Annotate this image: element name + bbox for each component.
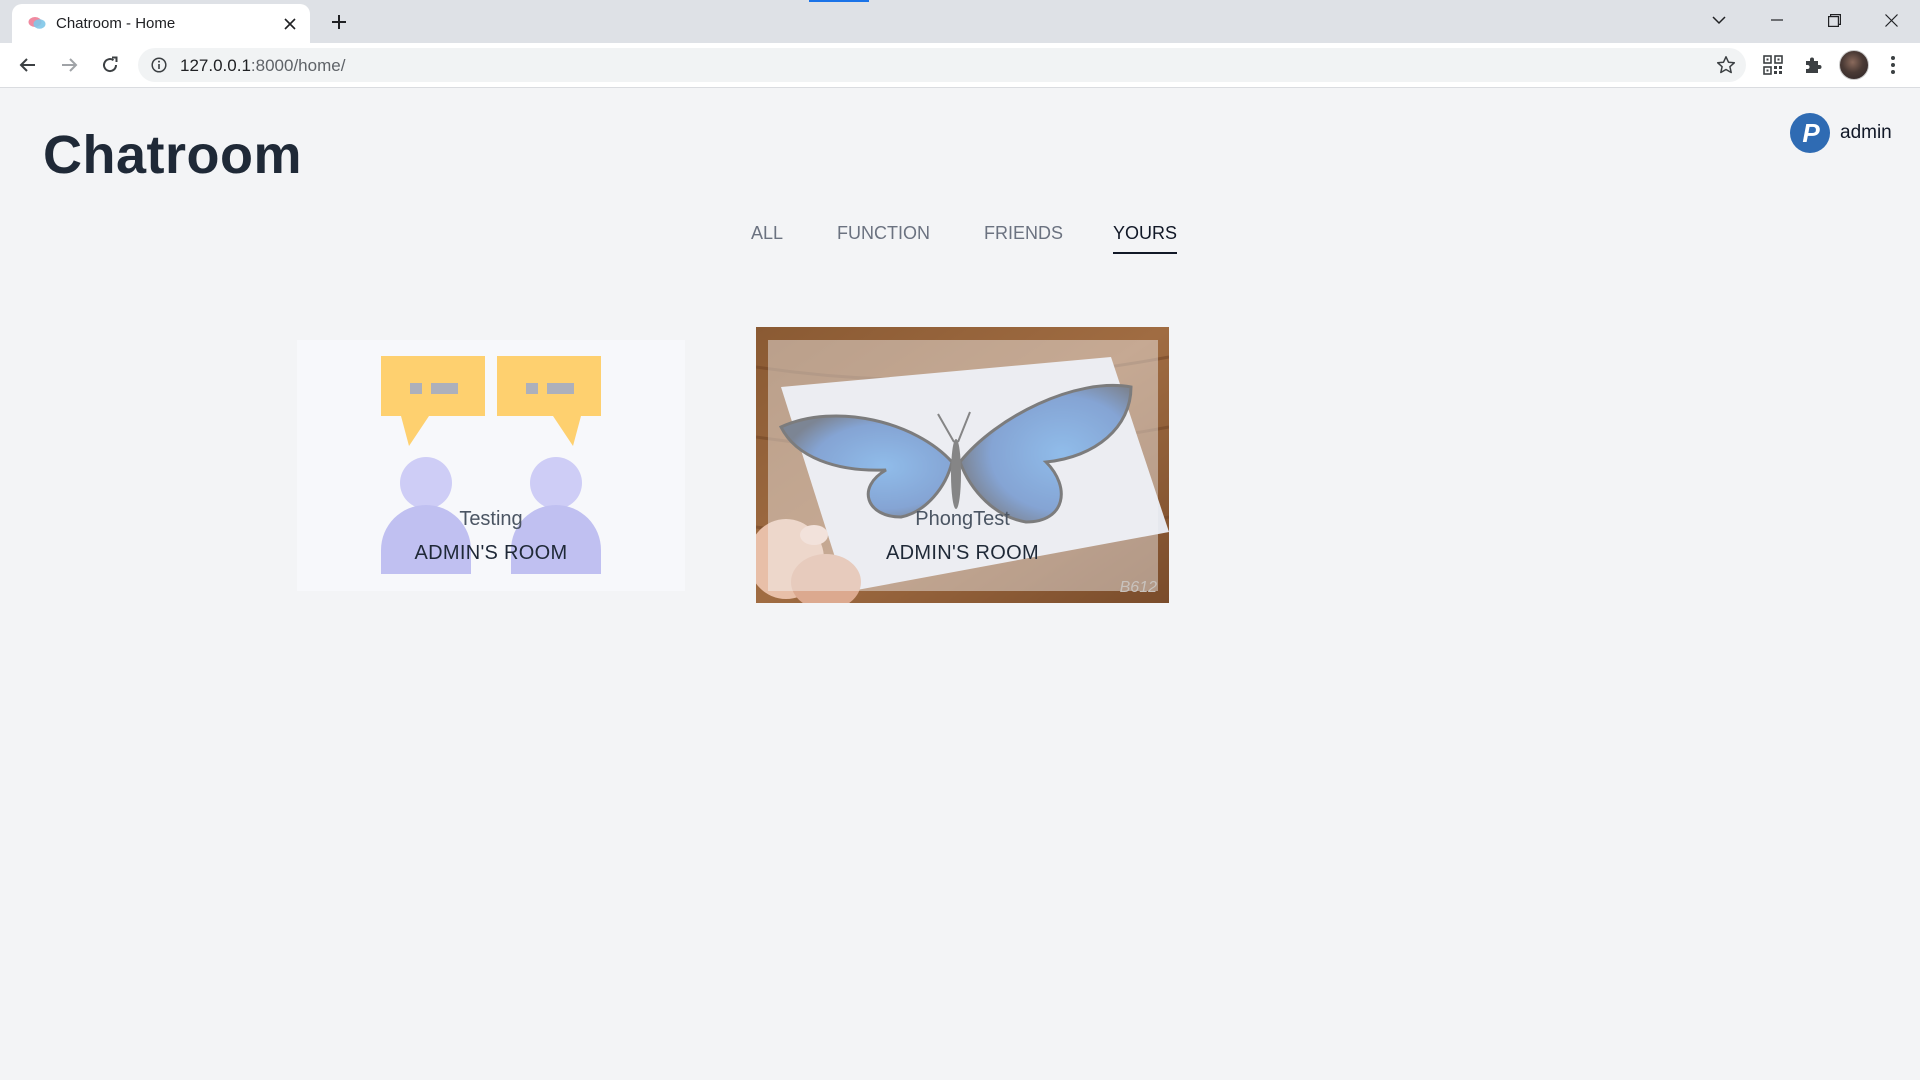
url-text[interactable]: 127.0.0.1:8000/home/ [180, 56, 345, 76]
page-content: Chatroom P admin ALL FUNCTION FRIENDS YO… [2, 89, 1920, 1080]
user-menu[interactable]: P admin [1790, 113, 1892, 153]
more-vertical-icon [1891, 56, 1895, 74]
tab-title: Chatroom - Home [56, 15, 176, 32]
chevron-down-icon [1712, 16, 1726, 25]
close-icon [1884, 13, 1898, 27]
url-host: 127.0.0.1 [180, 56, 251, 75]
tab-friends[interactable]: FRIENDS [984, 223, 1063, 252]
tab-yours[interactable]: YOURS [1113, 223, 1178, 254]
tab-search-button[interactable] [1696, 4, 1742, 36]
tab-all[interactable]: ALL [751, 223, 783, 252]
svg-text:P: P [1802, 118, 1820, 148]
photo-watermark: B612 [1119, 579, 1157, 596]
browser-tabstrip: Chatroom - Home [0, 0, 1920, 43]
qr-code-button[interactable] [1760, 52, 1786, 78]
browser-profile-avatar[interactable] [1839, 50, 1869, 80]
back-button[interactable] [14, 51, 42, 79]
paypal-p-icon: P [1802, 118, 1820, 148]
page-title: Chatroom [43, 125, 302, 185]
room-owner: ADMIN'S ROOM [414, 542, 568, 564]
extensions-button[interactable] [1800, 52, 1826, 78]
info-icon[interactable] [151, 57, 167, 73]
user-name[interactable]: admin [1840, 122, 1892, 144]
browser-tab[interactable]: Chatroom - Home [12, 4, 310, 43]
url-path: :8000/home/ [250, 56, 346, 75]
room-owner: ADMIN'S ROOM [886, 542, 1039, 564]
room-card[interactable]: Testing ADMIN'S ROOM [297, 340, 685, 591]
room-card[interactable]: B612 PhongTest ADMIN'S ROOM [756, 327, 1169, 603]
tab-loading-indicator [809, 0, 869, 2]
reload-icon [103, 56, 118, 73]
arrow-left-icon [19, 58, 35, 72]
restore-icon [1827, 13, 1841, 27]
tab-close-icon[interactable] [280, 14, 300, 34]
room-name: Testing [459, 508, 523, 530]
address-bar[interactable]: 127.0.0.1:8000/home/ [138, 48, 1746, 82]
new-tab-button[interactable] [326, 9, 352, 35]
browser-menu-button[interactable] [1880, 52, 1906, 78]
room-name: PhongTest [915, 508, 1010, 530]
close-window-button[interactable] [1868, 4, 1914, 36]
chat-bubbles-icon [28, 17, 46, 29]
minimize-button[interactable] [1754, 4, 1800, 36]
plus-icon [332, 15, 346, 29]
forward-button[interactable] [55, 51, 83, 79]
arrow-right-icon [62, 58, 78, 72]
star-icon[interactable] [1716, 55, 1736, 75]
qr-code-icon [1763, 55, 1783, 75]
tab-function[interactable]: FUNCTION [837, 223, 930, 252]
restore-button[interactable] [1811, 4, 1857, 36]
puzzle-icon [1806, 57, 1822, 73]
room-filter-tabs: ALL FUNCTION FRIENDS YOURS [2, 223, 1920, 263]
user-avatar[interactable]: P [1790, 113, 1830, 153]
minimize-icon [1771, 19, 1783, 21]
browser-toolbar: 127.0.0.1:8000/home/ [0, 43, 1920, 88]
reload-button[interactable] [96, 51, 124, 79]
